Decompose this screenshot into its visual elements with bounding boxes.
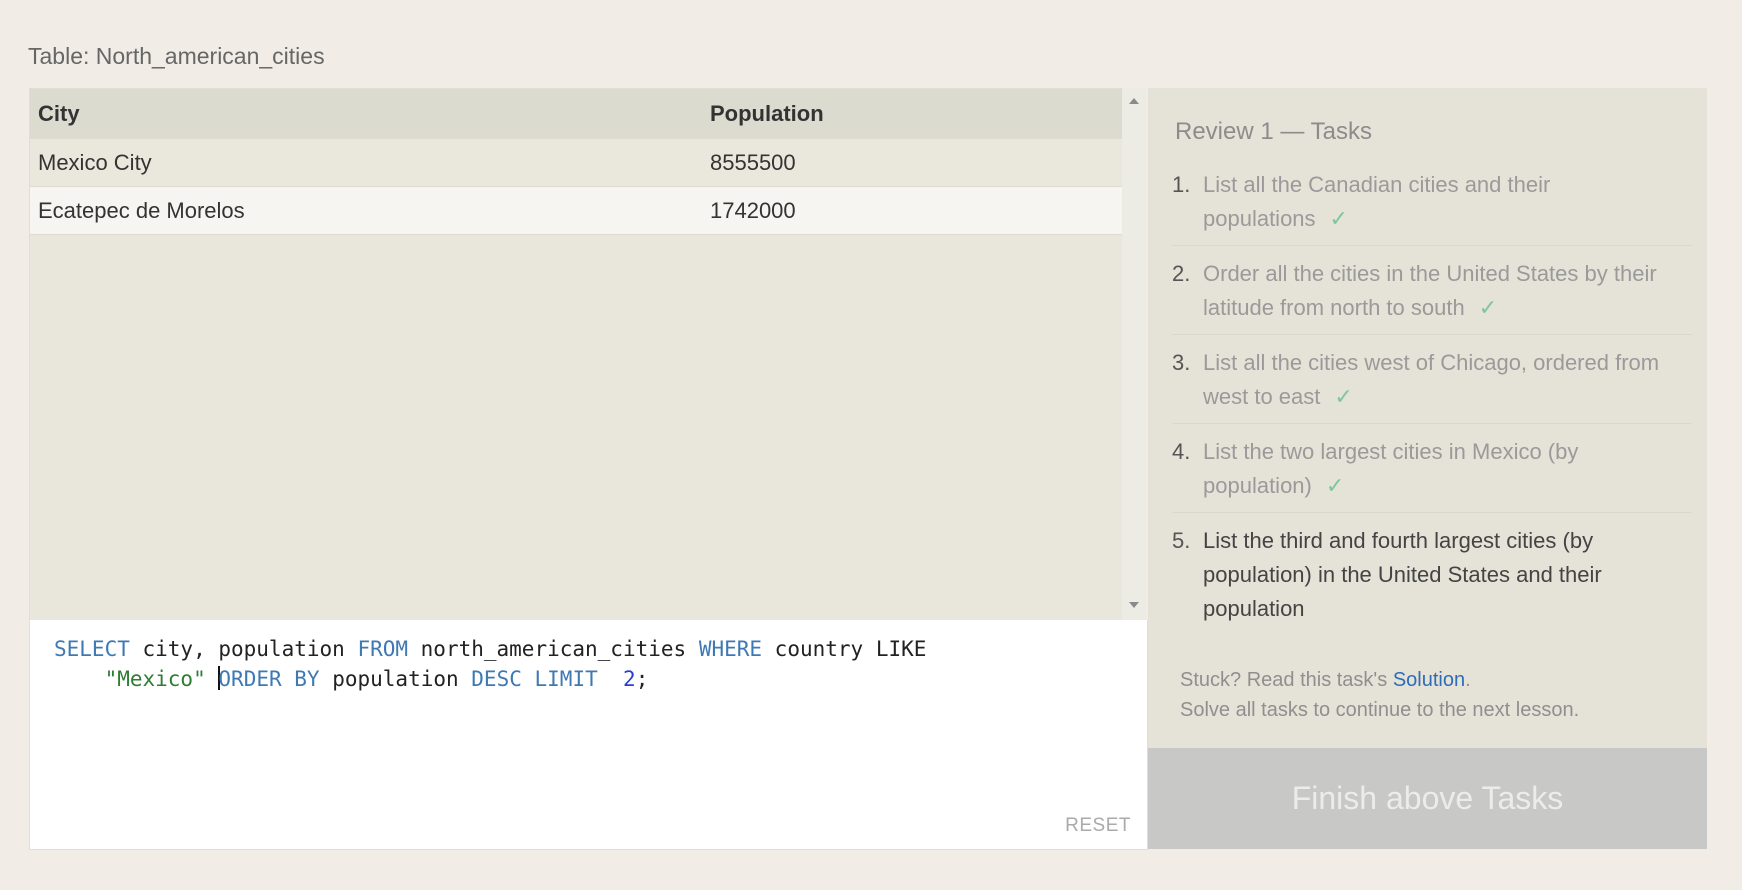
checkmark-icon: ✓ [1478,295,1498,320]
code-token: FROM [357,637,409,661]
code-token: population [319,667,472,691]
cell-population: 1742000 [702,186,1123,235]
task-number: 1. [1172,172,1191,197]
checkmark-icon: ✓ [1325,473,1345,498]
cell-city: Mexico City [30,139,702,187]
column-header-city: City [30,89,702,139]
code-token: SELECT [54,637,130,661]
reset-button[interactable]: RESET [1065,815,1131,837]
code-token: LIMIT [534,667,598,691]
table-title: Table: North_american_cities [28,43,325,69]
code-token: city, population [129,637,358,661]
task-item: 2. Order all the cities in the United Sta… [1172,257,1692,335]
results-scrollbar[interactable] [1122,88,1146,620]
help-text: Stuck? Read this task's Solution. Solve … [1180,665,1579,725]
cell-population: 8555500 [702,139,1123,187]
task-text: List all the Canadian cities and their p… [1203,172,1551,231]
sql-lesson-page: Table: North_american_cities City Popula… [0,0,1742,890]
task-item: 3. List all the cities west of Chicago, o… [1172,346,1692,424]
task-text: List the third and fourth largest cities… [1203,528,1602,621]
results-table: City Population Mexico City 8555500 Ecat… [30,89,1123,235]
code-token: RDER BY [231,667,320,691]
task-text: List the two largest cities in Mexico (b… [1203,439,1579,498]
checkmark-icon: ✓ [1334,384,1353,409]
task-item-current: 5. List the third and fourth largest citi… [1172,524,1692,635]
scroll-down-arrow-icon[interactable] [1129,602,1139,608]
tasks-title: Review 1 — Tasks [1175,118,1372,145]
task-number: 3. [1172,350,1191,375]
results-panel: City Population Mexico City 8555500 Ecat… [29,88,1124,622]
task-item: 4. List the two largest cities in Mexico … [1172,435,1692,513]
table-row: Mexico City 8555500 [30,139,1123,187]
code-token: 2 [623,667,636,691]
task-number: 4. [1172,439,1191,464]
task-list: 1. List all the Canadian cities and their… [1172,168,1692,646]
code-token: ; [635,667,649,691]
code-token: WHERE [698,637,763,661]
sql-editor[interactable]: SELECT city, population FROM north_ameri… [29,620,1148,850]
cell-city: Ecatepec de Morelos [30,186,702,235]
code-token: DESC [471,667,522,691]
results-header-row: City Population [30,89,1123,139]
finish-tasks-button[interactable]: Finish above Tasks [1148,748,1707,849]
task-number: 2. [1172,261,1191,286]
checkmark-icon: ✓ [1329,206,1348,231]
task-text: List all the cities west of Chicago, ord… [1203,350,1660,409]
task-text: Order all the cities in the United State… [1203,261,1657,320]
column-header-population: Population [702,89,1123,139]
code-token: country LIKE [762,637,927,661]
code-token: north_american_cities [408,637,699,661]
scroll-up-arrow-icon[interactable] [1129,98,1139,104]
task-item: 1. List all the Canadian cities and their… [1172,168,1692,246]
solution-link[interactable]: Solution [1393,669,1465,691]
sql-code[interactable]: SELECT city, population FROM north_ameri… [54,634,1114,694]
help-suffix: . [1465,669,1471,691]
tasks-panel: Review 1 — Tasks 1. List all the Canadian… [1148,88,1707,748]
task-number: 5. [1172,528,1191,553]
table-row: Ecatepec de Morelos 1742000 [30,186,1123,235]
help-prefix: Stuck? Read this task's [1180,669,1393,691]
help-line-2: Solve all tasks to continue to the next … [1180,699,1580,721]
code-token: "Mexico" [104,667,206,691]
code-token: O [218,667,232,691]
